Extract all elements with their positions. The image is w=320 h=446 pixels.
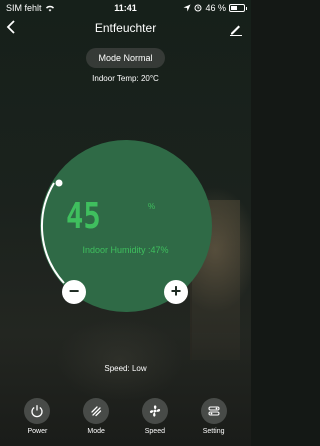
setting-label: Setting	[202, 428, 225, 435]
speed-button[interactable]: Speed	[130, 398, 180, 435]
speed-label: Speed	[144, 428, 165, 435]
increase-button[interactable]: +	[164, 280, 188, 304]
mode-pill[interactable]: Mode Normal	[86, 48, 165, 68]
mode-label: Mode	[87, 428, 105, 435]
fan-icon	[149, 405, 160, 417]
settings-icon	[208, 406, 220, 416]
pencil-icon	[230, 25, 242, 36]
power-label: Power	[27, 428, 48, 435]
status-bar: SIM fehlt 11:41 46 %	[0, 0, 251, 16]
bottom-controls: Power Mode Speed Setting	[0, 392, 251, 446]
setting-button[interactable]: Setting	[189, 398, 239, 435]
indoor-humidity: Indoor Humidity :47%	[82, 245, 169, 255]
decrease-button[interactable]: −	[62, 280, 86, 304]
dial-handle[interactable]	[55, 179, 63, 187]
mode-icon	[91, 406, 102, 417]
edit-button[interactable]	[229, 22, 243, 36]
battery-percent: 46 %	[205, 3, 226, 13]
power-icon	[31, 405, 43, 418]
alarm-icon	[194, 4, 202, 12]
indoor-temp: Indoor Temp: 20°C	[92, 74, 159, 83]
page-title: Entfeuchter	[94, 21, 157, 35]
location-arrow-icon	[183, 4, 191, 12]
header: Entfeuchter	[0, 18, 251, 40]
target-humidity-value: 45	[66, 196, 101, 237]
mode-button[interactable]: Mode	[71, 398, 121, 435]
speed-status: Speed: Low	[104, 364, 147, 373]
battery-icon	[229, 4, 247, 12]
power-button[interactable]: Power	[12, 398, 62, 435]
target-humidity-unit: %	[148, 202, 156, 211]
